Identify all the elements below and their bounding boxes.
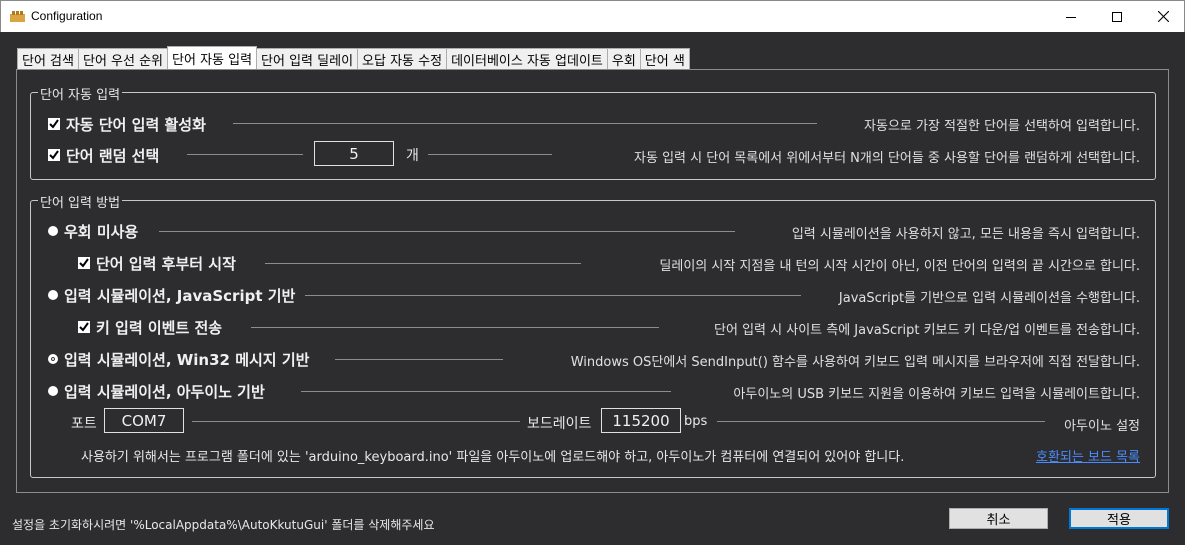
tab-auto-fix[interactable]: 오답 자동 수정 (357, 48, 448, 69)
option-description: 입력 시뮬레이션을 사용하지 않고, 모든 내용을 즉시 입력합니다. (791, 227, 1140, 242)
enable-auto-input-checkbox[interactable]: 자동 단어 입력 활성화 (48, 112, 206, 136)
radio-unselected-icon (48, 290, 58, 300)
divider-line (717, 421, 1045, 422)
random-select-checkbox[interactable]: 단어 랜덤 선택 (48, 143, 159, 167)
option-description: 단어 입력 시 사이트 측에 JavaScript 키보드 키 다운/업 이벤트… (714, 323, 1140, 338)
close-icon (1157, 11, 1169, 22)
divider-line (159, 231, 735, 232)
start-after-input-checkbox[interactable]: 단어 입력 후부터 시작 (78, 251, 236, 275)
unit-label: 개 (406, 148, 419, 164)
option-label: 자동 단어 입력 활성화 (66, 115, 206, 134)
option-description: 딜레이의 시작 지점을 내 턴의 시작 시간이 아닌, 이전 단어의 입력의 끝… (659, 259, 1140, 274)
window-title: Configuration (31, 9, 103, 23)
baud-rate-label: 보드레이트 (527, 416, 592, 432)
option-label: 키 입력 이벤트 전송 (96, 318, 223, 337)
tab-word-search[interactable]: 단어 검색 (17, 48, 79, 69)
apply-button[interactable]: 적용 (1069, 508, 1169, 529)
port-label: 포트 (71, 416, 97, 432)
arduino-simulation-radio[interactable]: 입력 시뮬레이션, 아두이노 기반 (48, 379, 265, 403)
option-label: 입력 시뮬레이션, JavaScript 기반 (64, 286, 296, 305)
divider-line (305, 295, 801, 296)
tab-word-color[interactable]: 단어 색 (639, 48, 690, 69)
minimize-button[interactable] (1048, 1, 1094, 32)
radio-unselected-icon (48, 226, 58, 236)
tab-db-update[interactable]: 데이터베이스 자동 업데이트 (446, 48, 608, 69)
send-key-event-checkbox[interactable]: 키 입력 이벤트 전송 (78, 315, 222, 339)
maximize-button[interactable] (1094, 1, 1140, 32)
auto-input-group: 단어 자동 입력 (30, 84, 1156, 180)
option-description: JavaScript를 기반으로 입력 시뮬레이션을 수행합니다. (838, 291, 1140, 306)
divider-line (428, 154, 552, 155)
radio-selected-icon (48, 354, 58, 364)
maximize-icon (1112, 11, 1122, 22)
tab-panel: 단어 자동 입력 자동 단어 입력 활성화 자동으로 가장 적절한 단어를 선택… (16, 69, 1169, 493)
random-count-input[interactable]: 5 (314, 141, 394, 166)
option-description: 자동 입력 시 단어 목록에서 위에서부터 N개의 단어들 중 사용할 단어를 … (634, 151, 1140, 166)
divider-line (251, 327, 659, 328)
arduino-settings-label: 아두이노 설정 (1064, 419, 1140, 434)
compatible-boards-link[interactable]: 호환되는 보드 목록 (1036, 446, 1140, 465)
checkbox-checked-icon (48, 149, 60, 161)
no-bypass-radio[interactable]: 우회 미사용 (48, 219, 138, 243)
option-label: 입력 시뮬레이션, 아두이노 기반 (64, 382, 265, 401)
tab-input-delay[interactable]: 단어 입력 딜레이 (256, 48, 359, 69)
tab-bypass[interactable]: 우회 (606, 48, 641, 69)
cancel-button[interactable]: 취소 (949, 508, 1048, 529)
win32-simulation-radio[interactable]: 입력 시뮬레이션, Win32 메시지 기반 (48, 347, 309, 371)
tab-strip: 단어 검색 단어 우선 순위 단어 자동 입력 단어 입력 딜레이 오답 자동 … (17, 46, 690, 69)
reset-hint: 설정을 초기화하시려면 '%LocalAppdata%\AutoKkutuGui… (12, 518, 435, 532)
divider-line (192, 421, 520, 422)
tab-word-priority[interactable]: 단어 우선 순위 (77, 48, 169, 69)
divider-line (233, 123, 817, 124)
option-description: Windows OS단에서 SendInput() 함수를 사용하여 키보드 입… (570, 355, 1140, 370)
option-label: 입력 시뮬레이션, Win32 메시지 기반 (64, 350, 310, 369)
option-description: 아두이노의 USB 키보드 지원을 이용하여 키보드 입력을 시뮬레이트합니다. (733, 387, 1140, 402)
option-description: 자동으로 가장 적절한 단어를 선택하여 입력합니다. (864, 119, 1140, 134)
checkbox-checked-icon (48, 118, 60, 130)
group-label: 단어 입력 방법 (38, 192, 123, 211)
close-button[interactable] (1140, 1, 1185, 32)
minimize-icon (1066, 16, 1076, 18)
option-label: 단어 랜덤 선택 (66, 146, 160, 165)
baud-rate-input[interactable]: 115200 (601, 408, 681, 433)
option-label: 우회 미사용 (64, 222, 139, 241)
port-input[interactable]: COM7 (104, 408, 184, 433)
radio-unselected-icon (48, 386, 58, 396)
divider-line (265, 263, 581, 264)
divider-line (335, 359, 503, 360)
title-bar: Configuration (0, 0, 1185, 32)
option-label: 단어 입력 후부터 시작 (96, 254, 236, 273)
js-simulation-radio[interactable]: 입력 시뮬레이션, JavaScript 기반 (48, 283, 295, 307)
arduino-notice: 사용하기 위해서는 프로그램 폴더에 있는 'arduino_keyboard.… (81, 450, 905, 465)
group-label: 단어 자동 입력 (38, 84, 123, 103)
tab-auto-input[interactable]: 단어 자동 입력 (167, 46, 258, 69)
checkbox-checked-icon (78, 321, 90, 333)
baud-unit-label: bps (684, 414, 708, 429)
app-icon (10, 11, 25, 22)
checkbox-checked-icon (78, 257, 90, 269)
divider-line (301, 391, 671, 392)
divider-line (187, 154, 303, 155)
